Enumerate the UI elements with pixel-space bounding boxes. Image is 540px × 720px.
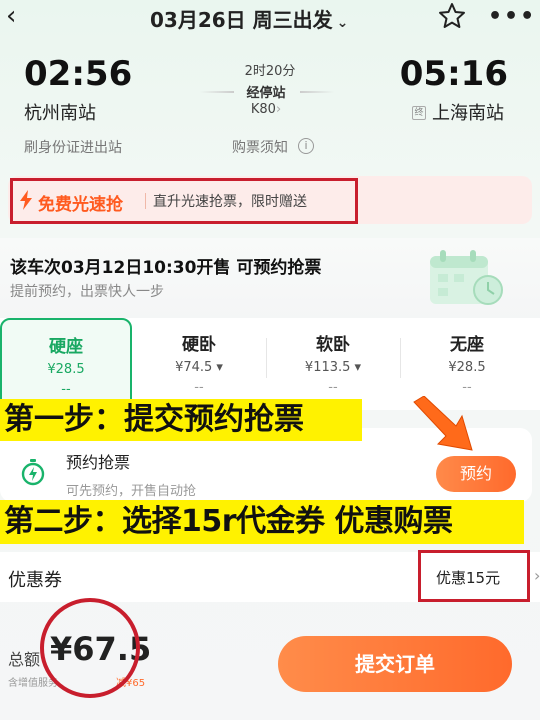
back-icon[interactable]: ‹ — [6, 2, 28, 30]
arrive-time: 05:16 — [399, 54, 508, 94]
presale-subtitle: 提前预约，出票快人一步 — [10, 284, 164, 300]
stopwatch-icon — [21, 459, 45, 486]
annotation-circle-total — [40, 598, 140, 698]
seat-option-hard-seat[interactable]: 硬座 ¥28.5 -- — [0, 318, 132, 408]
more-icon[interactable]: ••• — [488, 4, 536, 29]
depart-time: 02:56 — [24, 54, 133, 94]
reservation-subtitle: 可先预约，开售自动抢 — [66, 484, 197, 499]
annotation-box-coupon — [418, 550, 530, 602]
chevron-down-icon: ⌄ — [336, 15, 349, 31]
presale-title: 该车次03月12日10:30开售 可预约抢票 — [10, 258, 322, 278]
seat-status: -- — [61, 382, 71, 397]
seat-name: 硬卧 — [182, 335, 216, 355]
seat-name: 硬座 — [49, 337, 83, 357]
annotation-step1: 第一步：提交预约抢票 — [0, 399, 362, 441]
stops-link[interactable]: 经停站 — [233, 82, 299, 101]
seat-option-soft-sleeper[interactable]: 软卧 ¥113.5 ▾ -- — [267, 318, 399, 408]
date-selector[interactable]: 03月26日 周三出发 ⌄ — [150, 4, 348, 33]
id-exit-note: 刷身份证进出站 — [24, 140, 122, 156]
route-line-left — [200, 91, 234, 93]
date-title-label: 03月26日 周三出发 — [150, 8, 333, 32]
seat-option-no-seat[interactable]: 无座 ¥28.5 -- — [401, 318, 533, 408]
train-number-label: K80 — [250, 102, 276, 117]
annotation-box-promo — [10, 178, 358, 224]
route-line-right — [300, 91, 334, 93]
coupon-label: 优惠券 — [8, 570, 62, 591]
seat-name: 无座 — [450, 335, 484, 355]
reserve-button[interactable]: 预约 — [436, 456, 516, 492]
terminal-badge: 终 — [412, 106, 426, 120]
annotation-step2: 第二步：选择15r代金券 优惠购票 — [0, 500, 524, 544]
seat-price: ¥28.5 — [448, 360, 486, 375]
arrive-station: 上海南站 — [432, 103, 504, 124]
train-number[interactable]: K80› — [236, 102, 296, 117]
depart-station: 杭州南站 — [24, 103, 96, 124]
info-icon[interactable]: i — [298, 138, 314, 154]
star-icon[interactable] — [436, 0, 468, 32]
seat-price: ¥28.5 — [47, 362, 85, 377]
chevron-right-icon: › — [534, 566, 540, 585]
submit-order-button[interactable]: 提交订单 — [278, 636, 512, 692]
seat-name: 软卧 — [316, 335, 350, 355]
seat-status: -- — [328, 380, 338, 395]
arrow-down-right-icon — [413, 396, 473, 451]
seat-price: ¥113.5 ▾ — [304, 360, 362, 375]
reservation-title: 预约抢票 — [66, 453, 131, 472]
chevron-right-icon: › — [275, 102, 282, 117]
seat-status: -- — [462, 380, 472, 395]
seat-option-hard-sleeper[interactable]: 硬卧 ¥74.5 ▾ -- — [133, 318, 265, 408]
seat-status: -- — [194, 380, 204, 395]
seat-price: ¥74.5 ▾ — [175, 360, 223, 375]
calendar-clock-icon — [430, 250, 503, 305]
duration: 2时20分 — [244, 64, 296, 79]
total-label: 总额 — [8, 650, 41, 669]
ticket-notice-link[interactable]: 购票须知 — [232, 137, 288, 157]
